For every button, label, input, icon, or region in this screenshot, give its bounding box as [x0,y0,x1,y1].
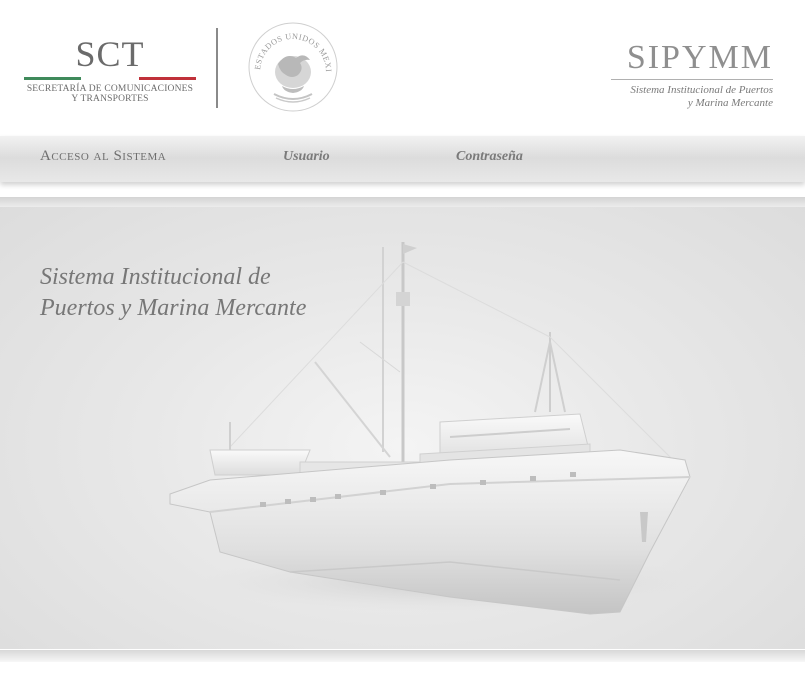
hero-top-rule [0,197,805,207]
login-bar: Acceso al Sistema Usuario Contraseña [0,136,805,182]
access-title: Acceso al Sistema [40,148,167,164]
sct-name-line2: Y TRANSPORTES [71,94,149,104]
hero-title-line1: Sistema Institucional de [40,264,271,290]
password-link[interactable]: Contraseña [456,149,523,165]
hero-title-line2: Puertos y Marina Mercante [40,295,307,321]
sipymm-name-line1: Sistema Institucional de Puertos [630,84,773,96]
sct-abbr: SCT [75,34,145,74]
sct-logo: SCT SECRETARÍA DE COMUNICACIONES Y TRANS… [22,36,198,104]
user-link[interactable]: Usuario [283,149,330,165]
footer-rule [0,650,805,662]
header-divider [216,28,218,108]
header: SCT SECRETARÍA DE COMUNICACIONES Y TRANS… [0,0,805,134]
sipymm-logo: SIPYMM Sistema Institucional de Puertos … [611,40,773,110]
sipymm-rule [611,79,773,80]
sipymm-name-line2: y Marina Mercante [687,97,773,109]
hero-title: Sistema Institucional de Puertos y Marin… [40,262,306,324]
sct-name-line1: SECRETARÍA DE COMUNICACIONES [26,84,194,94]
sipymm-abbr: SIPYMM [626,39,773,76]
national-seal-icon: ESTADOS UNIDOS MEXICANOS [246,20,338,112]
flag-stripe [24,77,196,80]
